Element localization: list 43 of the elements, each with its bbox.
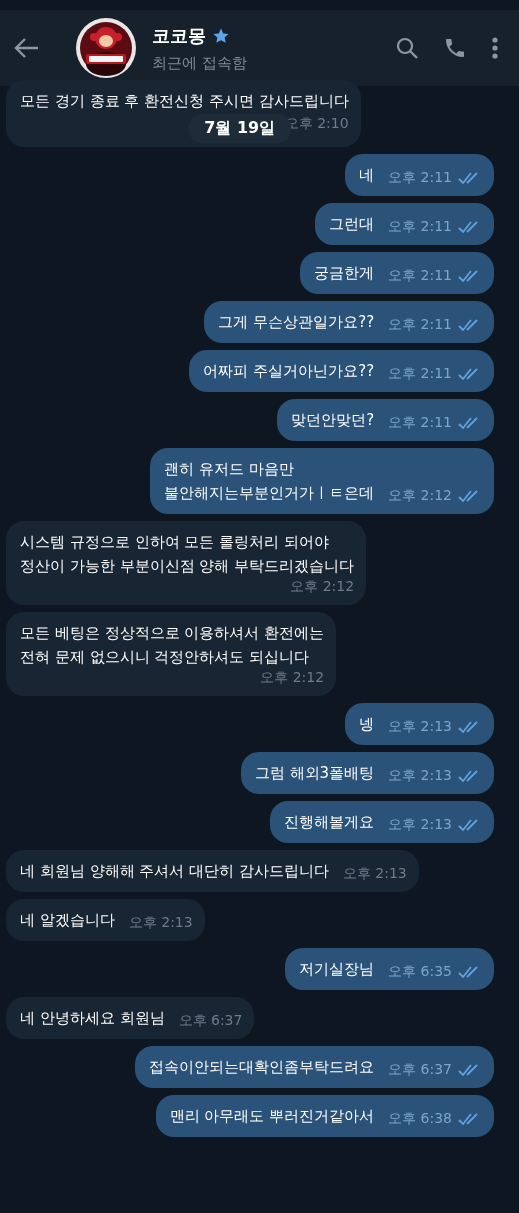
message-time: 오후 2:13 bbox=[388, 816, 452, 834]
back-arrow-icon bbox=[14, 37, 40, 59]
phone-icon bbox=[443, 36, 467, 60]
message-time: 오후 2:11 bbox=[388, 218, 452, 236]
message-time: 오후 2:11 bbox=[388, 365, 452, 383]
message-text: 어짜피 주실거아닌가요?? bbox=[203, 361, 375, 382]
message-text: 넹 bbox=[359, 714, 375, 735]
message-text: 궁금한게 bbox=[314, 263, 375, 284]
message-time: 오후 2:11 bbox=[388, 414, 452, 432]
message-time: 오후 2:13 bbox=[388, 767, 452, 785]
search-icon bbox=[395, 36, 419, 60]
message-text: 진행해볼게요 bbox=[284, 812, 375, 833]
message-time: 오후 6:37 bbox=[388, 1061, 452, 1079]
message-text: 네 안녕하세요 회원님 bbox=[20, 1008, 165, 1029]
message-time: 오후 2:12 bbox=[388, 487, 452, 505]
message-text: 그런대 bbox=[329, 214, 375, 235]
contact-name: 코코몽 bbox=[152, 23, 206, 48]
message-text: 그게 무슨상관일가요?? bbox=[218, 312, 375, 333]
message-time: 오후 2:11 bbox=[388, 169, 452, 187]
message-time: 오후 2:13 bbox=[388, 718, 452, 736]
message-text: 맞던안맞던? bbox=[291, 410, 375, 431]
message-text: 그럼 해외3폴배팅 bbox=[254, 763, 375, 784]
message-time: 오후 2:11 bbox=[388, 267, 452, 285]
message-time: 오후 2:12 bbox=[290, 578, 355, 596]
message-time: 오후 2:13 bbox=[128, 914, 193, 932]
menu-icon bbox=[491, 36, 499, 60]
message-text: 네 bbox=[359, 165, 375, 186]
message-text: 네 회원님 양해해 주셔서 대단히 감사드립니다 bbox=[20, 861, 329, 882]
message-time: 오후 2:12 bbox=[260, 669, 325, 687]
message-text: 맨리 아무래도 뿌러진거같아서 bbox=[169, 1106, 375, 1127]
message-time: 오후 2:13 bbox=[342, 865, 407, 883]
message-text: 모든 베팅은 정상적으로 이용하셔서 환전에는 전혀 문제 없으시니 걱정안하셔도 되십니다 bbox=[20, 623, 325, 668]
message-text: 접속이안되는대확인좀부탁드려요 bbox=[149, 1057, 375, 1078]
message-time: 오후 2:11 bbox=[388, 316, 452, 334]
last-seen-status: 최근에 접속함 bbox=[152, 53, 248, 73]
message-text: 네 알겠습니다 bbox=[20, 910, 115, 931]
message-time: 오후 6:35 bbox=[388, 963, 452, 981]
message-text: 괜히 유저드 마음만 불안해지는부분인거가ㅣㅌ은데 bbox=[164, 459, 375, 504]
message-time: 오후 6:38 bbox=[388, 1110, 452, 1128]
message-text: 저기실장님 bbox=[299, 959, 375, 980]
message-text: 시스템 규정으로 인하여 모든 롤링처리 되어야 정산이 가능한 부분이신점 양해 부탁드리겠습니다 bbox=[20, 532, 355, 577]
message-time: 오후 6:37 bbox=[178, 1012, 243, 1030]
message-text: 모든 경기 종료 후 환전신청 주시면 감사드립니다 bbox=[20, 91, 349, 112]
